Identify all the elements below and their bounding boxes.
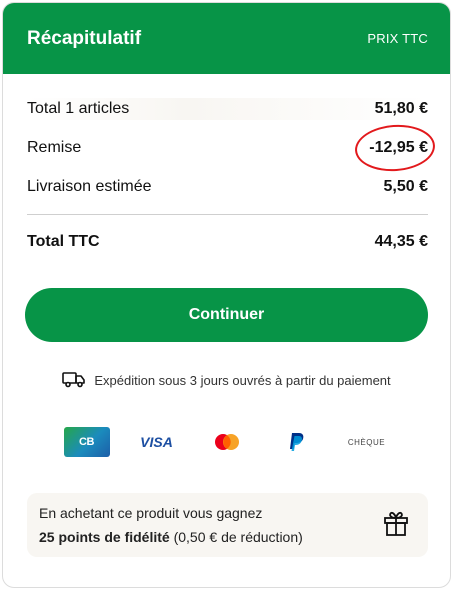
- mastercard-icon: [204, 427, 250, 457]
- loyalty-box: En achetant ce produit vous gagnez 25 po…: [27, 493, 428, 557]
- total-row: Total TTC 44,35 €: [27, 231, 428, 253]
- visa-logo-text: VISA: [140, 434, 173, 450]
- payment-methods: CB VISA CHÈQUE: [3, 427, 450, 457]
- subtotal-value: 51,80 €: [374, 100, 428, 117]
- loyalty-line2: 25 points de fidélité (0,50 € de réducti…: [39, 525, 303, 549]
- carte-bancaire-icon: CB: [63, 427, 110, 457]
- loyalty-text: En achetant ce produit vous gagnez 25 po…: [39, 501, 303, 549]
- paypal-icon: [274, 427, 320, 457]
- shipping-text: Expédition sous 3 jours ouvrés à partir …: [94, 373, 391, 388]
- order-summary-card: Récapitulatif PRIX TTC Total 1 articles …: [2, 2, 451, 588]
- discount-label: Remise: [27, 139, 82, 156]
- subtotal-row: Total 1 articles 51,80 €: [27, 98, 428, 120]
- shipping-label: Livraison estimée: [27, 178, 152, 195]
- summary-header: Récapitulatif PRIX TTC: [3, 3, 450, 74]
- visa-icon: VISA: [134, 427, 180, 457]
- gift-icon: [382, 509, 410, 542]
- red-circle-annotation: [353, 122, 437, 174]
- total-value: 44,35 €: [374, 233, 428, 250]
- cheque-logo-text: CHÈQUE: [347, 437, 386, 447]
- summary-lines: Total 1 articles 51,80 € Remise -12,95 €…: [3, 98, 450, 253]
- summary-title: Récapitulatif: [27, 27, 142, 49]
- total-label: Total TTC: [27, 233, 100, 250]
- cb-logo-text: CB: [79, 436, 94, 448]
- cheque-icon: CHÈQUE: [344, 427, 390, 457]
- shipping-row: Livraison estimée 5,50 €: [27, 176, 428, 198]
- continue-button[interactable]: Continuer: [25, 288, 428, 342]
- summary-divider: [27, 214, 428, 215]
- shipping-info: Expédition sous 3 jours ouvrés à partir …: [3, 370, 450, 391]
- loyalty-points: 25 points de fidélité: [39, 529, 170, 545]
- loyalty-line1: En achetant ce produit vous gagnez: [39, 505, 263, 521]
- discount-row: Remise -12,95 €: [27, 122, 437, 174]
- truck-icon: [62, 370, 86, 391]
- subtotal-label: Total 1 articles: [27, 100, 130, 117]
- shipping-value: 5,50 €: [383, 178, 428, 195]
- price-type-label: PRIX TTC: [367, 31, 428, 46]
- loyalty-detail: (0,50 € de réduction): [169, 529, 303, 545]
- discount-value-wrap: -12,95 €: [353, 122, 437, 174]
